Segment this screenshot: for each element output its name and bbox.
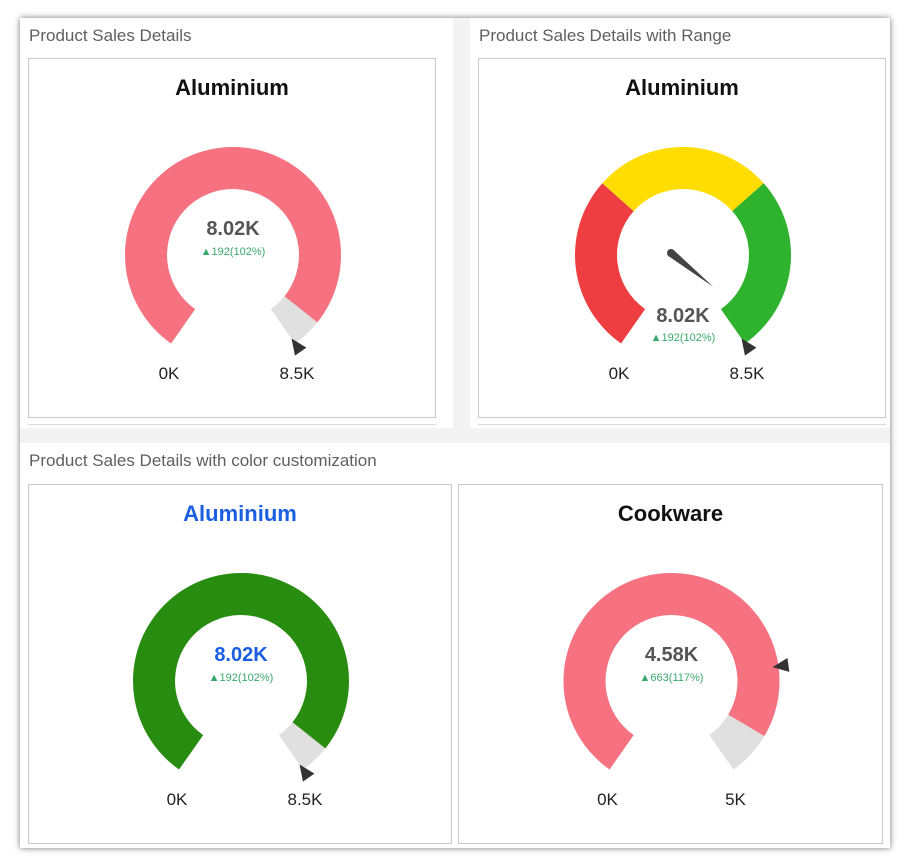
gauge-delta-label: ▲192(102%): [209, 672, 274, 684]
gauge-value-label: 8.02K: [206, 218, 260, 240]
section-product-sales-range: Product Sales Details with Range Alumini…: [470, 18, 890, 428]
section-title: Product Sales Details with Range: [479, 26, 732, 45]
gauge-chart: 8.02K ▲192(102%) 0K 8.5K: [575, 147, 791, 383]
gauge-card[interactable]: Aluminium 8.02K ▲192(102%) 0K 8.5K: [28, 58, 436, 418]
gauge-delta-label: ▲663(117%): [640, 672, 704, 684]
gauge-range-band: [602, 147, 764, 212]
gauge-delta-label: ▲192(102%): [201, 246, 266, 258]
gauge-max-label: 8.5K: [288, 790, 324, 809]
gauge-chart: 8.02K ▲192(102%) 0K 8.5K: [124, 147, 341, 383]
gauge-card[interactable]: Aluminium 8.02K ▲192(102%) 0K 8.5K: [28, 484, 452, 844]
section-title: Product Sales Details with color customi…: [29, 451, 377, 470]
gauge-value-label: 8.02K: [656, 305, 710, 327]
gauge-needle: [668, 249, 714, 287]
target-marker: [299, 764, 315, 782]
gauge-card[interactable]: Cookware 4.58K ▲663(117%) 0K 5K: [458, 484, 883, 844]
gauge-max-label: 8.5K: [280, 364, 316, 383]
gauge-card[interactable]: Aluminium 8.02K ▲192(102%) 0K 8.5K: [478, 58, 886, 418]
gauge-delta-label: ▲192(102%): [651, 332, 716, 344]
section-product-sales: Product Sales Details Aluminium 8.02K ▲19…: [20, 18, 453, 428]
section-product-sales-color: Product Sales Details with color customi…: [20, 443, 890, 848]
target-marker: [291, 338, 307, 356]
gauge-value-label: 4.58K: [645, 644, 699, 666]
section-title: Product Sales Details: [29, 26, 192, 45]
gauge-chart: 4.58K ▲663(117%) 0K 5K: [563, 573, 790, 809]
gauge-max-label: 5K: [725, 790, 746, 809]
gauge-min-label: 0K: [609, 364, 630, 383]
gauge-min-label: 0K: [159, 364, 180, 383]
gauge-min-label: 0K: [597, 790, 618, 809]
divider: [28, 424, 436, 425]
gauge-value-label: 8.02K: [214, 644, 268, 666]
divider: [478, 424, 886, 425]
gauge-chart: 8.02K ▲192(102%) 0K 8.5K: [132, 573, 350, 809]
gauge-min-label: 0K: [167, 790, 188, 809]
needle-hub: [667, 249, 675, 257]
target-marker: [741, 338, 757, 356]
dashboard-frame: Product Sales Details Aluminium 8.02K ▲19…: [20, 18, 890, 848]
gauge-max-label: 8.5K: [730, 364, 766, 383]
